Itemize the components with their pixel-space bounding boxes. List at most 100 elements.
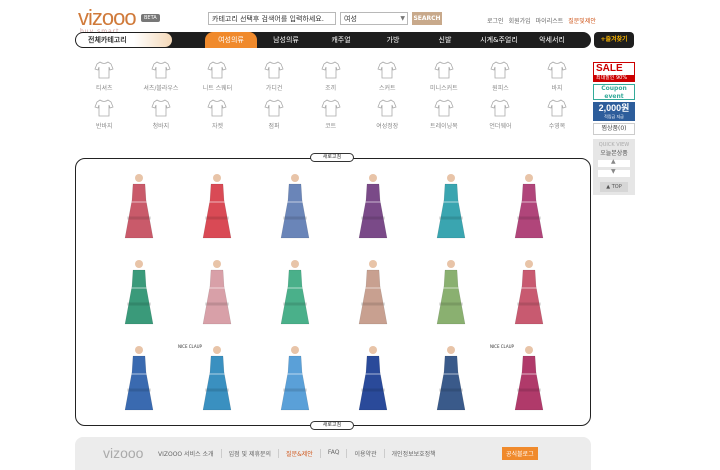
category-item[interactable]: 언더웨어 (472, 98, 529, 130)
dress-image (124, 260, 154, 325)
nav-casual[interactable]: 캐주얼 (315, 32, 367, 48)
product-item[interactable] (334, 258, 412, 328)
top-links: 로그인 회원가입 마이리스트 질문및제안 (487, 16, 596, 25)
clothing-icon (151, 99, 171, 117)
footer-link-faq[interactable]: FAQ (321, 449, 348, 458)
category-label: 트레이닝복 (430, 123, 458, 130)
nav-watch-jewelry[interactable]: 시계&주얼리 (471, 32, 527, 48)
category-item[interactable]: 트레이닝복 (416, 98, 473, 130)
product-item[interactable] (100, 258, 178, 328)
category-item[interactable]: 자켓 (189, 98, 246, 130)
signup-link[interactable]: 회원가입 (509, 16, 531, 25)
product-item[interactable]: NICE CLAUP (178, 344, 256, 414)
beta-badge: BETA (141, 14, 160, 22)
main-nav: 전체카테고리 여성의류 남성의류 캐주얼 가방 신발 시계&주얼리 악세서리 (75, 32, 591, 48)
category-item[interactable]: 셔츠/블라우스 (133, 60, 190, 92)
sale-banner[interactable]: SALE 최대할인 90% (593, 62, 635, 82)
points-banner[interactable]: 2,000원 적립금 지급 (593, 102, 635, 121)
coupon-banner[interactable]: Coupon event (593, 84, 635, 100)
mylist-link[interactable]: 마이리스트 (536, 16, 564, 25)
category-label: 가디건 (265, 85, 283, 92)
suggest-link[interactable]: 질문및제안 (568, 16, 596, 25)
category-label: 여성정장 (376, 123, 399, 130)
product-item[interactable] (412, 258, 490, 328)
refresh-button-bottom[interactable]: 새로고침 (310, 421, 354, 430)
category-label: 코트 (325, 123, 337, 130)
category-grid: 티셔츠 셔츠/블라우스 니트 스웨터 가디건 조끼 스커트 미니스커트 원피스 바지반바지 청바지… (76, 60, 586, 130)
footer-link-about[interactable]: VIZOOO 서비스 소개 (151, 449, 222, 458)
product-item[interactable] (412, 172, 490, 242)
category-label: 원피스 (492, 85, 509, 92)
category-item[interactable]: 니트 스웨터 (189, 60, 246, 92)
category-item[interactable]: 가디건 (246, 60, 303, 92)
nav-mens[interactable]: 남성의류 (257, 32, 315, 48)
nav-womens[interactable]: 여성의류 (205, 32, 257, 48)
product-item[interactable] (100, 172, 178, 242)
search-category-value: 여성 (344, 15, 357, 23)
category-item[interactable]: 코트 (302, 98, 359, 130)
dress-image (124, 174, 154, 239)
category-item[interactable]: 반바지 (76, 98, 133, 130)
clothing-icon (321, 61, 341, 79)
category-label: 니트 스웨터 (202, 85, 233, 92)
category-label: 티셔츠 (96, 85, 113, 92)
product-item[interactable] (334, 344, 412, 414)
category-item[interactable]: 미니스커트 (416, 60, 473, 92)
footer-link-partnership[interactable]: 입점 및 제휴문의 (222, 449, 280, 458)
dress-image (280, 260, 310, 325)
product-item[interactable] (256, 172, 334, 242)
category-item[interactable]: 스커트 (359, 60, 416, 92)
login-link[interactable]: 로그인 (487, 16, 504, 25)
clothing-icon (434, 61, 454, 79)
vizooo-logo[interactable]: vizooo buy smart BETA (78, 7, 160, 35)
official-blog-button[interactable]: 공식블로그 (502, 447, 538, 460)
search-input[interactable]: 카테고리 선택후 검색어를 입력하세요. (208, 12, 336, 25)
category-item[interactable]: 티셔츠 (76, 60, 133, 92)
chevron-up-icon: ▲ (611, 158, 616, 165)
clothing-icon (207, 61, 228, 79)
search-button[interactable]: SEARCH (412, 12, 442, 25)
footer-link-privacy[interactable]: 개인정보보호정책 (385, 449, 443, 458)
recent-next-button[interactable]: ▼ (598, 168, 630, 177)
product-item[interactable] (490, 258, 568, 328)
category-item[interactable]: 조끼 (302, 60, 359, 92)
product-item[interactable] (100, 344, 178, 414)
category-item[interactable]: 청바지 (133, 98, 190, 130)
clothing-icon (547, 99, 567, 117)
nav-bags[interactable]: 가방 (367, 32, 419, 48)
wishlist-count[interactable]: 찜상품(0) (593, 123, 635, 135)
dress-image (280, 346, 310, 411)
dress-image (124, 346, 154, 411)
category-item[interactable]: 수영복 (529, 98, 586, 130)
category-item[interactable]: 여성정장 (359, 98, 416, 130)
product-item[interactable] (490, 172, 568, 242)
nav-accessories[interactable]: 악세서리 (527, 32, 577, 48)
refresh-button-top[interactable]: 새로고침 (310, 153, 354, 162)
dress-image (358, 260, 388, 325)
category-item[interactable]: 원피스 (472, 60, 529, 92)
product-item[interactable] (334, 172, 412, 242)
product-item[interactable] (412, 344, 490, 414)
product-item[interactable] (178, 172, 256, 242)
top-button[interactable]: ▲ TOP (600, 182, 628, 192)
category-label: 자켓 (211, 123, 223, 130)
all-categories-button[interactable]: 전체카테고리 (76, 33, 172, 47)
footer-link-suggest[interactable]: 질문&제안 (279, 449, 321, 458)
dress-image (436, 346, 466, 411)
category-item[interactable]: 점퍼 (246, 98, 303, 130)
footer-link-terms[interactable]: 이용약관 (347, 449, 385, 458)
category-label: 반바지 (96, 123, 113, 130)
favorite-button[interactable]: +즐겨찾기 (594, 32, 634, 48)
category-label: 언더웨어 (489, 123, 512, 130)
recent-prev-button[interactable]: ▲ (598, 158, 630, 167)
dress-image (514, 346, 544, 411)
product-item[interactable]: NICE CLAUP (490, 344, 568, 414)
category-item[interactable]: 바지 (529, 60, 586, 92)
dress-image (358, 346, 388, 411)
search-category-select[interactable]: 여성 ▼ (340, 12, 408, 25)
product-item[interactable] (256, 344, 334, 414)
category-label: 조끼 (325, 85, 337, 92)
nav-shoes[interactable]: 신발 (419, 32, 471, 48)
product-item[interactable] (178, 258, 256, 328)
product-item[interactable] (256, 258, 334, 328)
